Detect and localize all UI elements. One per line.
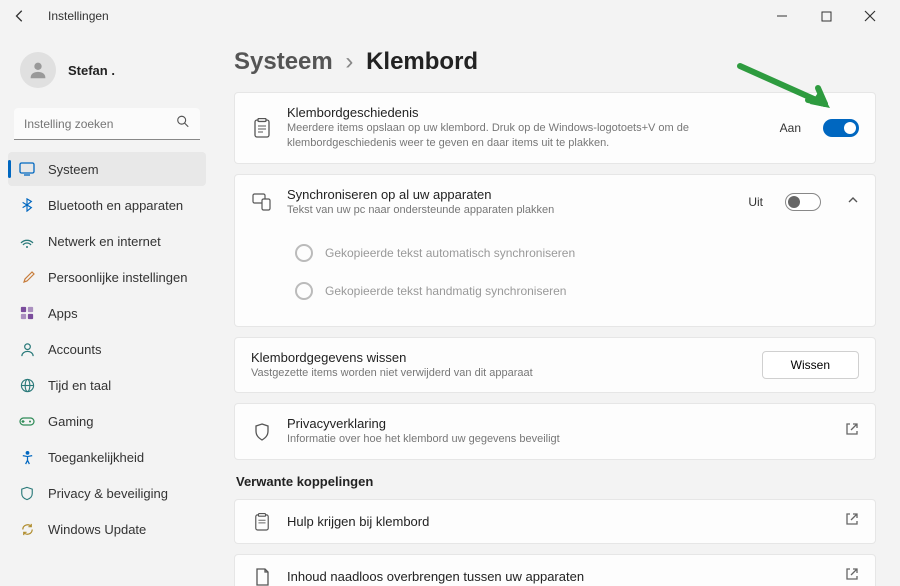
clipboard-icon	[251, 118, 273, 138]
history-desc: Meerdere items opslaan op uw klembord. D…	[287, 121, 766, 151]
sidebar-item-label: Apps	[48, 306, 78, 321]
chevron-right-icon: ›	[345, 48, 353, 75]
accessibility-icon	[18, 448, 36, 466]
sidebar-item-privacy[interactable]: Privacy & beveiliging	[8, 476, 206, 510]
user-name: Stefan .	[68, 63, 115, 78]
network-icon	[18, 232, 36, 250]
shield-icon	[251, 423, 273, 441]
sidebar-item-label: Persoonlijke instellingen	[48, 270, 187, 285]
sidebar-item-label: Toegankelijkheid	[48, 450, 144, 465]
sidebar-item-label: Netwerk en internet	[48, 234, 161, 249]
external-link-icon	[845, 567, 859, 586]
radio-icon	[295, 282, 313, 300]
related-link-label: Inhoud naadloos overbrengen tussen uw ap…	[287, 569, 831, 584]
history-title: Klembordgeschiedenis	[287, 105, 766, 120]
bluetooth-icon	[18, 196, 36, 214]
external-link-icon	[845, 512, 859, 531]
sync-option-label: Gekopieerde tekst automatisch synchronis…	[325, 246, 575, 260]
sidebar-item-label: Gaming	[48, 414, 94, 429]
external-link-icon	[845, 422, 859, 441]
sync-option-auto[interactable]: Gekopieerde tekst automatisch synchronis…	[295, 234, 859, 272]
brush-icon	[18, 268, 36, 286]
globe-icon	[18, 376, 36, 394]
sidebar-item-network[interactable]: Netwerk en internet	[8, 224, 206, 258]
search-icon	[176, 115, 190, 134]
sidebar-item-apps[interactable]: Apps	[8, 296, 206, 330]
sync-title: Synchroniseren op al uw apparaten	[287, 187, 734, 202]
shield-icon	[18, 484, 36, 502]
clear-title: Klembordgegevens wissen	[251, 350, 748, 365]
sidebar-item-windows-update[interactable]: Windows Update	[8, 512, 206, 546]
related-link-transfer[interactable]: Inhoud naadloos overbrengen tussen uw ap…	[235, 555, 875, 586]
clear-desc: Vastgezette items worden niet verwijderd…	[251, 366, 748, 381]
privacy-desc: Informatie over hoe het klembord uw gege…	[287, 432, 831, 447]
sidebar-item-label: Systeem	[48, 162, 99, 177]
related-link-help[interactable]: Hulp krijgen bij klembord	[235, 500, 875, 543]
clipboard-icon	[251, 513, 273, 531]
sidebar-item-accounts[interactable]: Accounts	[8, 332, 206, 366]
breadcrumb-parent[interactable]: Systeem	[234, 48, 333, 75]
sync-toggle[interactable]	[785, 193, 821, 211]
minimize-button[interactable]	[760, 0, 804, 32]
breadcrumb: Systeem › Klembord	[234, 48, 876, 76]
sync-icon	[251, 193, 273, 211]
sync-toggle-label: Uit	[748, 195, 763, 209]
privacy-link[interactable]: Privacyverklaring Informatie over hoe he…	[235, 404, 875, 459]
chevron-up-icon[interactable]	[847, 193, 859, 211]
update-icon	[18, 520, 36, 538]
sidebar-item-gaming[interactable]: Gaming	[8, 404, 206, 438]
breadcrumb-current: Klembord	[366, 48, 478, 75]
accounts-icon	[18, 340, 36, 358]
back-button[interactable]	[8, 4, 32, 28]
sidebar-item-personalization[interactable]: Persoonlijke instellingen	[8, 260, 206, 294]
radio-icon	[295, 244, 313, 262]
sidebar-item-bluetooth[interactable]: Bluetooth en apparaten	[8, 188, 206, 222]
search-input[interactable]	[14, 108, 200, 140]
window-title: Instellingen	[48, 9, 109, 23]
sidebar-item-label: Accounts	[48, 342, 101, 357]
sidebar-item-accessibility[interactable]: Toegankelijkheid	[8, 440, 206, 474]
sidebar-item-label: Windows Update	[48, 522, 146, 537]
sidebar-item-time-language[interactable]: Tijd en taal	[8, 368, 206, 402]
user-profile[interactable]: Stefan .	[8, 44, 206, 96]
close-button[interactable]	[848, 0, 892, 32]
maximize-button[interactable]	[804, 0, 848, 32]
page-icon	[251, 568, 273, 586]
gaming-icon	[18, 412, 36, 430]
apps-icon	[18, 304, 36, 322]
related-header: Verwante koppelingen	[236, 474, 876, 489]
sidebar-item-label: Privacy & beveiliging	[48, 486, 168, 501]
avatar	[20, 52, 56, 88]
history-toggle[interactable]	[823, 119, 859, 137]
clear-button[interactable]: Wissen	[762, 351, 859, 379]
system-icon	[18, 160, 36, 178]
sidebar-item-system[interactable]: Systeem	[8, 152, 206, 186]
related-link-label: Hulp krijgen bij klembord	[287, 514, 831, 529]
sidebar-item-label: Tijd en taal	[48, 378, 111, 393]
sidebar-item-label: Bluetooth en apparaten	[48, 198, 183, 213]
sync-option-label: Gekopieerde tekst handmatig synchroniser…	[325, 284, 566, 298]
sync-desc: Tekst van uw pc naar ondersteunde appara…	[287, 203, 734, 218]
privacy-title: Privacyverklaring	[287, 416, 831, 431]
history-toggle-label: Aan	[780, 121, 801, 135]
sync-option-manual[interactable]: Gekopieerde tekst handmatig synchroniser…	[295, 272, 859, 310]
